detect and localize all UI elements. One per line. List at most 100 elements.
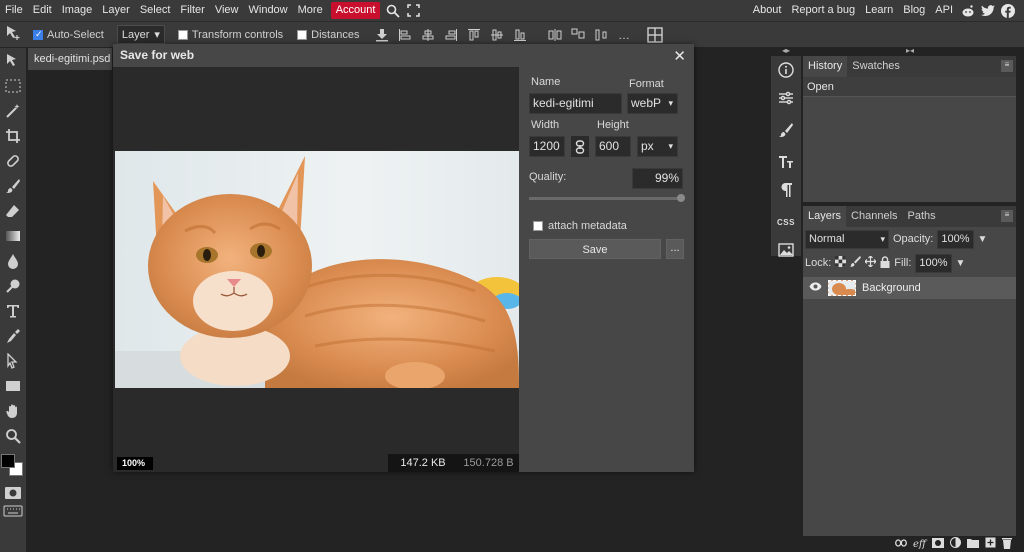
format-select[interactable]: webP ▾	[627, 93, 678, 114]
visibility-eye-icon[interactable]	[809, 282, 822, 294]
menu-more[interactable]: More	[293, 0, 328, 21]
menu-window[interactable]: Window	[244, 0, 293, 21]
twitter-icon[interactable]	[978, 0, 998, 21]
layer-mask-icon[interactable]	[932, 537, 944, 551]
tab-layers[interactable]: Layers	[803, 206, 847, 227]
align-top-icon[interactable]	[462, 25, 485, 45]
menu-select[interactable]: Select	[135, 0, 176, 21]
distribute-center-icon[interactable]	[589, 25, 612, 45]
link-blog[interactable]: Blog	[898, 0, 930, 21]
distances-checkbox[interactable]: Distances	[297, 29, 359, 41]
opacity-dropdown-icon[interactable]: ▼	[978, 234, 988, 245]
quality-slider[interactable]	[529, 194, 686, 202]
image-icon[interactable]	[771, 236, 801, 264]
new-group-icon[interactable]	[967, 538, 979, 551]
quality-slider-handle[interactable]	[677, 194, 686, 202]
new-layer-icon[interactable]	[985, 537, 996, 551]
eraser-tool-icon[interactable]	[0, 198, 26, 223]
menu-edit[interactable]: Edit	[28, 0, 57, 21]
blend-mode-select[interactable]: Normal ▾	[805, 229, 889, 249]
quality-input[interactable]: 99%	[632, 168, 683, 189]
info-icon[interactable]	[771, 56, 801, 84]
opacity-input[interactable]: 100%	[937, 229, 974, 249]
distribute-v-icon[interactable]	[566, 25, 589, 45]
foreground-color-swatch[interactable]	[1, 454, 15, 468]
crop-tool-icon[interactable]	[0, 123, 26, 148]
link-layers-icon[interactable]	[895, 538, 907, 550]
adjustment-layer-icon[interactable]	[950, 537, 961, 551]
character-icon[interactable]	[771, 148, 801, 176]
facebook-icon[interactable]	[998, 0, 1018, 21]
save-options-button[interactable]: ...	[666, 239, 684, 259]
color-swatches[interactable]	[0, 452, 26, 482]
dodge-tool-icon[interactable]	[0, 273, 26, 298]
lock-transparency-icon[interactable]	[835, 256, 847, 270]
layer-effects-icon[interactable]: eff	[913, 539, 926, 550]
align-bottom-icon[interactable]	[508, 25, 531, 45]
fullscreen-icon[interactable]	[403, 0, 423, 21]
brush-tool-icon[interactable]	[0, 173, 26, 198]
grid-icon[interactable]	[643, 25, 666, 45]
menu-view[interactable]: View	[210, 0, 244, 21]
lock-all-icon[interactable]	[880, 255, 890, 271]
download-icon[interactable]	[370, 25, 393, 45]
tab-channels[interactable]: Channels	[846, 206, 902, 227]
menu-file[interactable]: File	[0, 0, 28, 21]
search-icon[interactable]	[383, 0, 403, 21]
layer-row[interactable]: Background	[803, 277, 1016, 299]
fill-input[interactable]: 100%	[915, 253, 952, 273]
link-dimensions-icon[interactable]	[571, 136, 589, 157]
hand-tool-icon[interactable]	[0, 398, 26, 423]
link-learn[interactable]: Learn	[860, 0, 898, 21]
css-icon[interactable]: CSS	[771, 208, 801, 236]
path-select-icon[interactable]	[0, 348, 26, 373]
width-input[interactable]: 1200	[529, 136, 565, 157]
history-entry[interactable]: Open	[803, 77, 1016, 97]
zoom-tool-icon[interactable]	[0, 423, 26, 448]
keyboard-icon[interactable]	[3, 505, 23, 517]
layers-panel-menu-icon[interactable]: ≡	[1001, 210, 1013, 222]
link-api[interactable]: API	[930, 0, 958, 21]
shape-tool-icon[interactable]	[0, 373, 26, 398]
reddit-icon[interactable]	[958, 0, 978, 21]
distribute-h-icon[interactable]	[543, 25, 566, 45]
align-right-icon[interactable]	[439, 25, 462, 45]
brush-settings-icon[interactable]	[771, 116, 801, 144]
tab-history[interactable]: History	[803, 56, 848, 77]
delete-layer-icon[interactable]	[1002, 537, 1012, 552]
lock-pixels-icon[interactable]	[850, 256, 862, 270]
more-options-icon[interactable]: …	[612, 25, 635, 45]
move-select-tool-icon[interactable]	[0, 48, 26, 73]
align-middle-icon[interactable]	[485, 25, 508, 45]
menu-filter[interactable]: Filter	[175, 0, 209, 21]
align-left-icon[interactable]	[393, 25, 416, 45]
link-report-bug[interactable]: Report a bug	[786, 0, 860, 21]
collapse-panels-icon[interactable]: ▸◂	[895, 46, 925, 56]
fill-dropdown-icon[interactable]: ▼	[956, 258, 966, 269]
lock-position-icon[interactable]	[864, 255, 878, 270]
quick-mask-icon[interactable]	[3, 486, 23, 500]
close-icon[interactable]: ✕	[673, 47, 686, 65]
adjustments-icon[interactable]	[771, 84, 801, 112]
blur-tool-icon[interactable]	[0, 248, 26, 273]
align-center-h-icon[interactable]	[416, 25, 439, 45]
menu-image[interactable]: Image	[57, 0, 98, 21]
tab-swatches[interactable]: Swatches	[847, 56, 905, 77]
account-button[interactable]: Account	[330, 2, 381, 19]
unit-select[interactable]: px ▾	[637, 136, 678, 157]
save-button[interactable]: Save	[529, 239, 661, 259]
attach-metadata-checkbox[interactable]: attach metadata	[533, 220, 627, 232]
name-input[interactable]: kedi-egitimi	[529, 93, 622, 114]
auto-select-checkbox[interactable]: Auto-Select	[33, 29, 104, 41]
paragraph-icon[interactable]	[771, 176, 801, 204]
tab-paths[interactable]: Paths	[903, 206, 941, 227]
link-about[interactable]: About	[748, 0, 787, 21]
transform-controls-checkbox[interactable]: Transform controls	[177, 29, 283, 41]
menu-layer[interactable]: Layer	[97, 0, 135, 21]
gradient-tool-icon[interactable]	[0, 223, 26, 248]
healing-brush-icon[interactable]	[0, 148, 26, 173]
marquee-tool-icon[interactable]	[0, 73, 26, 98]
document-tab[interactable]: kedi-egitimi.psd	[28, 48, 112, 70]
pen-tool-icon[interactable]	[0, 323, 26, 348]
magic-wand-icon[interactable]	[0, 98, 26, 123]
